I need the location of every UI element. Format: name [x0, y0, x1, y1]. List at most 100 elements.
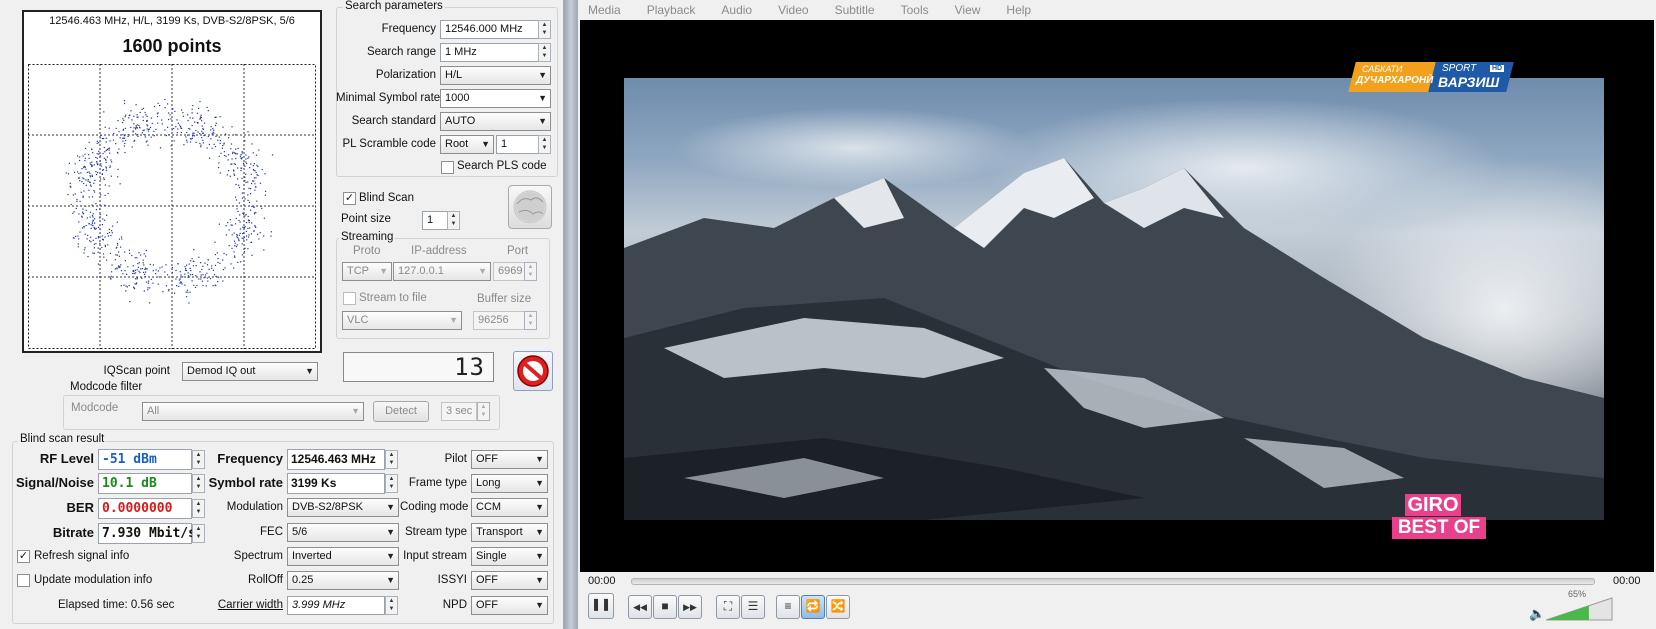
constellation-point	[98, 153, 100, 155]
constellation-point	[186, 141, 188, 143]
menu-help[interactable]: Help	[1006, 1, 1031, 19]
detect-interval-spinner[interactable]: ▲ ▼	[477, 402, 490, 421]
port-spinner[interactable]: ▲ ▼	[524, 262, 537, 281]
pause-button[interactable]: ❚❚	[588, 593, 614, 619]
constellation-point	[141, 132, 143, 134]
frame-type-label: Frame type	[408, 477, 467, 489]
coding-mode-select[interactable]: CCM ▼	[471, 498, 548, 517]
constellation-point	[171, 266, 173, 269]
stop-scan-button[interactable]	[513, 351, 553, 391]
constellation-point	[116, 221, 118, 223]
menu-media[interactable]: Media	[588, 1, 621, 19]
detect-button[interactable]: Detect	[373, 401, 429, 422]
speaker-icon[interactable]: 🔈	[1529, 606, 1545, 622]
fec-select[interactable]: 5/6 ▼	[287, 523, 399, 542]
stream-type-select[interactable]: Transport ▼	[471, 523, 548, 542]
constellation-point	[204, 262, 206, 264]
constellation-point	[244, 140, 246, 142]
proto-select[interactable]: TCP ▼	[342, 262, 392, 281]
constellation-point	[265, 190, 267, 192]
constellation-point	[206, 264, 209, 266]
search-range-spinner[interactable]: ▲ ▼	[538, 43, 551, 62]
playlist-button[interactable]: ≡	[776, 595, 800, 619]
symbol-rate-spinner[interactable]: ▲ ▼	[385, 474, 398, 493]
polarization-select[interactable]: H/L ▼	[440, 66, 551, 85]
blind-scan-checkbox[interactable]: ✓	[343, 192, 356, 205]
constellation-point	[89, 184, 92, 186]
frequency-spinner[interactable]: ▲ ▼	[538, 20, 551, 39]
spectrum-select[interactable]: Inverted ▼	[287, 547, 399, 566]
carrier-width-input[interactable]: 3.999 MHz	[287, 596, 385, 615]
pls-mode-select[interactable]: Root ▼	[440, 135, 494, 154]
constellation-point	[74, 163, 76, 165]
pilot-select[interactable]: OFF ▼	[471, 450, 548, 469]
refresh-signal-checkbox[interactable]: ✓	[17, 550, 30, 563]
extended-settings-button[interactable]: ☰	[741, 595, 765, 619]
fullscreen-button[interactable]: ⛶	[716, 595, 740, 619]
constellation-point	[225, 133, 227, 135]
constellation-point	[97, 251, 99, 253]
menu-subtitle[interactable]: Subtitle	[835, 1, 875, 19]
constellation-point	[198, 278, 200, 280]
buffer-size-spinner[interactable]: ▲ ▼	[524, 311, 537, 330]
ip-address-select[interactable]: 127.0.0.1 ▼	[393, 262, 491, 281]
menu-view[interactable]: View	[955, 1, 981, 19]
modulation-select[interactable]: DVB-S2/8PSK ▼	[287, 498, 399, 517]
constellation-point	[209, 157, 211, 159]
menu-playback[interactable]: Playback	[647, 1, 696, 19]
issyi-select[interactable]: OFF ▼	[471, 571, 548, 590]
frame-type-select[interactable]: Long ▼	[471, 474, 548, 493]
rolloff-select[interactable]: 0.25 ▼	[287, 571, 399, 590]
constellation-point	[165, 285, 167, 287]
pls-code-spinner[interactable]: ▲ ▼	[538, 135, 551, 154]
stream-to-file-checkbox[interactable]	[343, 292, 356, 305]
constellation-point	[199, 142, 201, 145]
search-pls-checkbox[interactable]	[441, 161, 454, 174]
loop-button[interactable]: 🔁	[801, 595, 825, 619]
buffer-size-input[interactable]: 96256	[473, 311, 525, 330]
menu-audio[interactable]: Audio	[721, 1, 752, 19]
point-size-spinner[interactable]: ▲ ▼	[447, 211, 460, 230]
menu-video[interactable]: Video	[778, 1, 808, 19]
iqscan-select[interactable]: Demod IQ out ▼	[182, 362, 318, 381]
carrier-width-link[interactable]: Carrier width	[200, 599, 283, 611]
previous-button[interactable]: ◀◀	[628, 595, 652, 619]
pls-code-input[interactable]: 1	[496, 135, 540, 154]
video-area[interactable]: САБКАТИ ДУЧАРХАРОНӢ SPORT HD ВАРЗИШ GIRO…	[580, 20, 1654, 572]
result-frequency-spinner[interactable]: ▲ ▼	[385, 450, 398, 469]
constellation-point	[100, 134, 102, 137]
stop-button[interactable]: ■	[653, 595, 677, 619]
shuffle-button[interactable]: 🔀	[826, 595, 850, 619]
constellation-point	[249, 227, 251, 229]
constellation-point	[143, 253, 145, 255]
constellation-point	[118, 238, 120, 240]
next-button[interactable]: ▶▶	[678, 595, 702, 619]
input-stream-select[interactable]: Single ▼	[471, 547, 548, 566]
search-range-input[interactable]: 1 MHz	[440, 43, 540, 62]
player-select[interactable]: VLC ▼	[342, 311, 462, 330]
constellation-point	[225, 254, 227, 256]
constellation-point	[264, 173, 266, 175]
globe-button[interactable]	[508, 185, 552, 229]
menu-tools[interactable]: Tools	[901, 1, 929, 19]
min-symbol-rate-select[interactable]: 1000 ▼	[440, 89, 551, 108]
modcode-select[interactable]: All ▼	[142, 402, 364, 421]
constellation-point	[271, 154, 274, 156]
seek-bar[interactable]	[631, 578, 1595, 585]
npd-select[interactable]: OFF ▼	[471, 596, 548, 615]
detect-interval-input[interactable]: 3 sec	[441, 402, 477, 421]
carrier-width-spinner[interactable]: ▲ ▼	[385, 596, 398, 615]
constellation-point	[84, 157, 86, 159]
search-standard-select[interactable]: AUTO ▼	[440, 112, 551, 131]
constellation-point	[200, 146, 202, 148]
port-input[interactable]: 6969	[493, 262, 525, 281]
update-modulation-checkbox[interactable]	[17, 574, 30, 587]
constellation-point	[185, 296, 188, 298]
constellation-point	[94, 228, 96, 230]
frequency-input[interactable]: 12546.000 MHz	[440, 20, 540, 39]
constellation-point	[153, 105, 156, 108]
constellation-point	[212, 269, 214, 271]
constellation-point	[175, 269, 177, 272]
point-size-input[interactable]: 1	[422, 211, 448, 230]
volume-slider[interactable]	[1546, 596, 1614, 622]
